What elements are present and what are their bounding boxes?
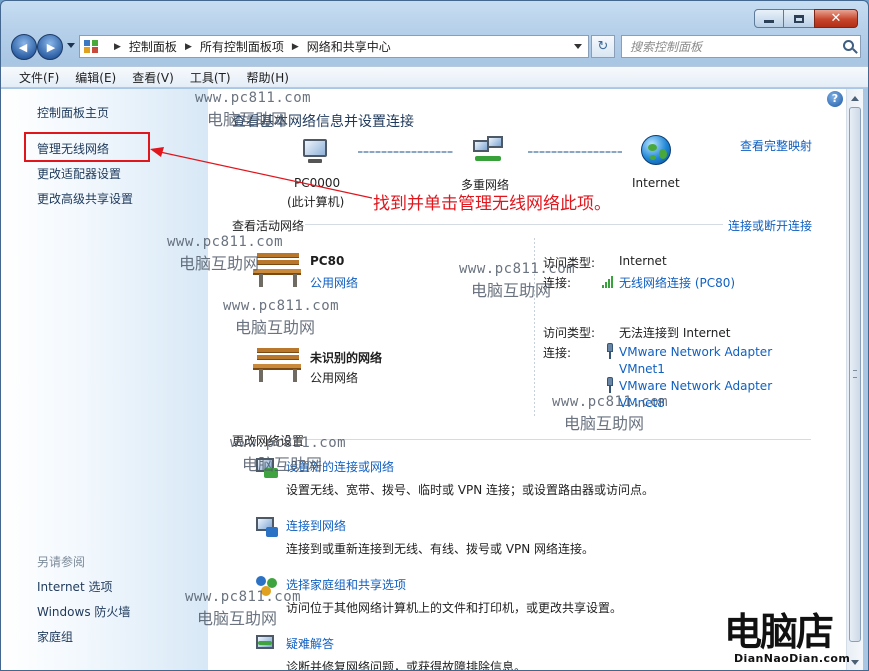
- search-input[interactable]: 搜索控制面板: [621, 35, 861, 58]
- menu-view[interactable]: 查看(V): [124, 69, 182, 86]
- sidebar-link-home[interactable]: 控制面板主页: [37, 104, 109, 121]
- view-full-map-link[interactable]: 查看完整映射: [740, 137, 812, 154]
- network-name: 未识别的网络: [310, 351, 383, 365]
- help-icon[interactable]: ?: [827, 91, 843, 107]
- connections-label: 连接:: [543, 276, 572, 290]
- maximize-icon: [794, 14, 804, 23]
- access-type-label: 访问类型:: [543, 256, 596, 270]
- highlight-box: [24, 132, 150, 162]
- minimize-icon: [764, 20, 774, 23]
- public-network-bench-icon: [253, 249, 303, 289]
- task-setup-connection-desc: 设置无线、宽带、拨号、临时或 VPN 连接；或设置路由器或访问点。: [286, 483, 655, 497]
- scroll-thumb[interactable]: [849, 107, 861, 642]
- address-dropdown-icon[interactable]: [574, 44, 582, 49]
- back-arrow-icon: ◀: [18, 40, 28, 54]
- vertical-scrollbar[interactable]: [846, 89, 863, 670]
- diannaodian-logo: 电脑店 DianNaoDian.com: [724, 612, 869, 671]
- task-homegroup-link[interactable]: 选择家庭组和共享选项: [286, 576, 406, 593]
- map-connector: [358, 151, 453, 153]
- menu-tools[interactable]: 工具(T): [182, 69, 239, 86]
- search-icon[interactable]: [843, 40, 854, 51]
- network-adapter-icon: [605, 343, 615, 359]
- vmnet8-link[interactable]: VMware Network Adapter VMnet8: [619, 378, 789, 412]
- map-computer-name: PC0000: [294, 176, 341, 190]
- navigation-bar: ◀ ▶ ▶ 控制面板 ▶ 所有控制面板项 ▶ 网络和共享中心 ↻ 搜索控制面板: [9, 34, 864, 60]
- active-networks-header: 查看活动网络: [232, 219, 305, 233]
- multiple-networks-icon: [471, 136, 505, 166]
- menu-edit[interactable]: 编辑(E): [67, 69, 124, 86]
- scroll-up-icon[interactable]: [851, 96, 859, 101]
- network-name: PC80: [310, 254, 345, 268]
- network-type-link[interactable]: 公用网络: [310, 274, 358, 291]
- internet-globe-icon: [641, 135, 671, 165]
- control-panel-window: ✕ ◀ ▶ ▶ 控制面板 ▶ 所有控制面板项 ▶ 网络和共享中心 ↻ 搜索控制面…: [0, 0, 869, 671]
- unidentified-network-bench-icon: [253, 344, 303, 384]
- connect-to-network-icon: [254, 515, 280, 539]
- breadcrumb-item[interactable]: 所有控制面板项: [200, 38, 284, 55]
- network-adapter-icon: [605, 377, 615, 393]
- see-also-label: 另请参阅: [37, 555, 86, 569]
- menu-bar: 文件(F) 编辑(E) 查看(V) 工具(T) 帮助(H): [1, 66, 868, 88]
- scroll-grip: [853, 370, 857, 378]
- homegroup-sharing-icon: [254, 574, 280, 598]
- task-connect-network-desc: 连接到或重新连接到无线、有线、拨号或 VPN 网络连接。: [286, 542, 595, 556]
- sidebar-link-adapter-settings[interactable]: 更改适配器设置: [37, 165, 121, 182]
- change-settings-header: 更改网络设置: [232, 434, 305, 448]
- see-also-internet-options[interactable]: Internet 选项: [37, 578, 112, 595]
- task-troubleshoot-link[interactable]: 疑难解答: [286, 635, 334, 652]
- breadcrumb-separator: ▶: [291, 41, 299, 52]
- connect-disconnect-link[interactable]: 连接或断开连接: [728, 217, 812, 234]
- breadcrumb-item[interactable]: 网络和共享中心: [307, 38, 391, 55]
- refresh-icon: ↻: [597, 39, 609, 54]
- task-homegroup-desc: 访问位于其他网络计算机上的文件和打印机，或更改共享设置。: [286, 601, 623, 615]
- map-internet: Internet: [632, 176, 680, 190]
- task-connect-network-link[interactable]: 连接到网络: [286, 517, 346, 534]
- vmnet1-link[interactable]: VMware Network Adapter VMnet1: [619, 344, 789, 378]
- back-button[interactable]: ◀: [11, 34, 37, 60]
- task-setup-connection-link[interactable]: 设置新的连接或网络: [286, 458, 394, 475]
- troubleshoot-icon: [254, 633, 280, 657]
- forward-button[interactable]: ▶: [37, 34, 63, 60]
- breadcrumb-item[interactable]: 控制面板: [129, 38, 177, 55]
- access-type-value: Internet: [619, 254, 667, 268]
- logo-en: DianNaoDian.com: [734, 652, 851, 665]
- caption-buttons: ✕: [754, 9, 858, 28]
- address-bar[interactable]: ▶ 控制面板 ▶ 所有控制面板项 ▶ 网络和共享中心: [79, 35, 589, 58]
- see-also-homegroup[interactable]: 家庭组: [37, 628, 73, 645]
- vertical-divider: [534, 238, 535, 418]
- close-icon: ✕: [830, 11, 842, 26]
- close-button[interactable]: ✕: [814, 9, 858, 28]
- see-also-firewall[interactable]: Windows 防火墙: [37, 603, 130, 620]
- wireless-connection-link[interactable]: 无线网络连接 (PC80): [619, 274, 735, 291]
- page-title: 查看基本网络信息并设置连接: [232, 114, 414, 130]
- network-type: 公用网络: [310, 371, 359, 385]
- computer-icon: [299, 137, 331, 167]
- minimize-button[interactable]: [754, 9, 784, 28]
- annotation-text: 找到并单击管理无线网络此项。: [373, 194, 611, 214]
- wireless-signal-icon: [602, 276, 616, 288]
- new-connection-icon: [254, 456, 280, 480]
- breadcrumb-separator: ▶: [184, 41, 192, 52]
- access-type-label: 访问类型:: [543, 326, 596, 340]
- sidebar-link-advanced-sharing[interactable]: 更改高级共享设置: [37, 190, 133, 207]
- recent-pages-chevron-icon[interactable]: [67, 43, 75, 48]
- connections-label: 连接:: [543, 346, 572, 360]
- menu-file[interactable]: 文件(F): [11, 69, 67, 86]
- forward-arrow-icon: ▶: [46, 40, 56, 54]
- breadcrumb-separator: ▶: [114, 41, 121, 52]
- refresh-button[interactable]: ↻: [591, 35, 615, 58]
- search-placeholder: 搜索控制面板: [630, 40, 703, 54]
- logo-cn: 电脑店: [724, 610, 834, 654]
- map-connector: [528, 151, 622, 153]
- section-divider: [305, 224, 723, 225]
- menu-help[interactable]: 帮助(H): [239, 69, 297, 86]
- access-type-value: 无法连接到 Internet: [619, 326, 731, 340]
- task-troubleshoot-desc: 诊断并修复网络问题，或获得故障排除信息。: [286, 660, 527, 671]
- section-divider: [305, 439, 811, 440]
- map-computer-sub: (此计算机): [287, 195, 345, 209]
- maximize-button[interactable]: [783, 9, 815, 28]
- control-panel-icon: [84, 39, 100, 54]
